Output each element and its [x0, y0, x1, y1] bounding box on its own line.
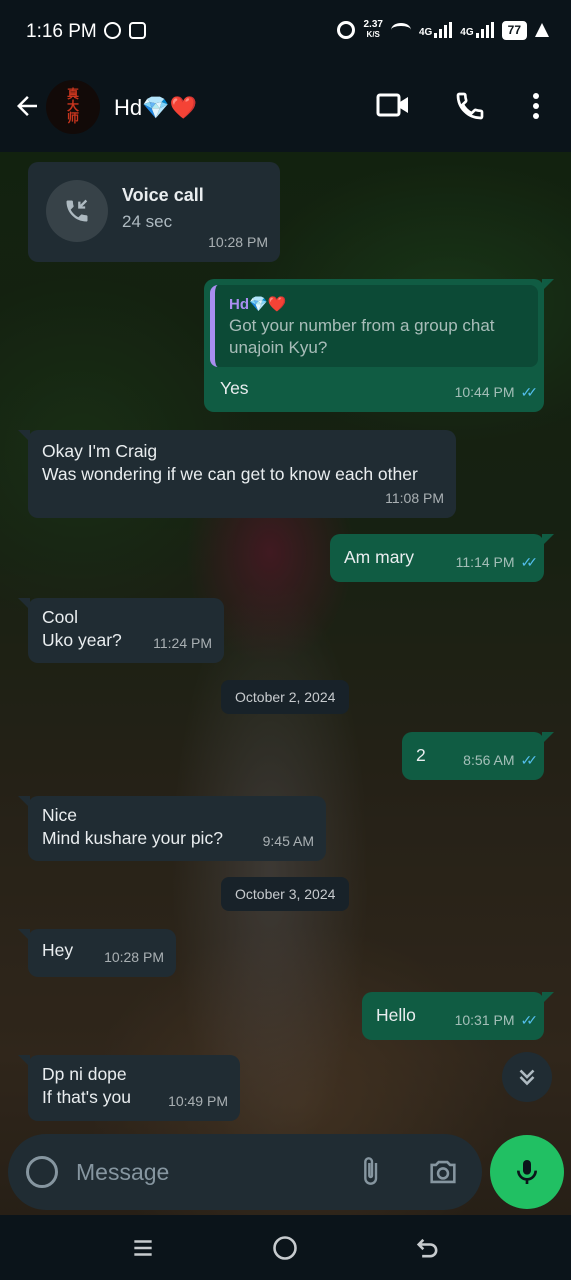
phone-icon[interactable]: [454, 90, 486, 122]
voice-message-button[interactable]: [490, 1135, 564, 1209]
attach-icon[interactable]: [354, 1154, 386, 1188]
double-check-icon: ✓✓: [520, 384, 539, 400]
message-time: 11:14 PM: [455, 554, 515, 570]
avatar[interactable]: 真大师: [46, 80, 100, 134]
quote-author: Hd💎❤️: [229, 296, 287, 313]
message-time: 11:08 PM: [385, 490, 444, 506]
incoming-message[interactable]: Okay I'm Craig Was wondering if we can g…: [18, 430, 456, 518]
date-separator: October 3, 2024: [221, 877, 350, 911]
message-input[interactable]: [76, 1152, 336, 1192]
instagram-notification-icon: [129, 22, 146, 39]
outgoing-message[interactable]: Hd💎❤️ Got your number from a group chat …: [204, 279, 554, 412]
back-nav-icon[interactable]: [414, 1234, 442, 1262]
incoming-message[interactable]: Dp ni dope If that's you 10:49 PM: [18, 1055, 240, 1121]
call-duration: 24 sec: [122, 212, 173, 231]
whatsapp-notification-icon: [104, 22, 121, 39]
system-icons: 2.37 K/S 4G 4G 77: [337, 20, 549, 40]
voice-call-bubble[interactable]: Voice call 24 sec 10:28 PM: [28, 162, 280, 262]
incoming-message[interactable]: Cool Uko year? 11:24 PM: [18, 598, 224, 663]
outgoing-message[interactable]: 2 8:56 AM ✓✓: [402, 732, 554, 780]
outgoing-message[interactable]: Hello 10:31 PM ✓✓: [362, 992, 554, 1040]
message-text: Okay I'm Craig Was wondering if we can g…: [42, 441, 418, 484]
signal-icon-2: 4G: [460, 22, 494, 38]
missed-call-icon: [66, 199, 88, 222]
avatar-image: 真大师: [66, 87, 79, 125]
message-time: 10:49 PM: [168, 1093, 228, 1109]
status-time: 1:16 PM: [26, 21, 97, 42]
battery-icon: 77: [501, 20, 527, 40]
message-time: 10:31 PM: [454, 1012, 515, 1028]
home-icon[interactable]: [271, 1234, 299, 1262]
incoming-message[interactable]: Nice Mind kushare your pic? 9:45 AM: [18, 796, 326, 861]
message-time: 10:44 PM: [454, 384, 515, 400]
signal-icon-1: 4G: [419, 22, 453, 38]
status-bar: 1:16 PM 2.37 K/S 4G 4G 77: [0, 0, 571, 62]
wifi-icon: [390, 23, 411, 37]
camera-icon[interactable]: [426, 1155, 460, 1189]
scroll-down-icon: [519, 1069, 535, 1086]
double-check-icon: ✓✓: [520, 752, 539, 768]
call-title: Voice call: [122, 185, 204, 205]
double-check-icon: ✓✓: [520, 554, 539, 570]
lab-flask-icon: [535, 23, 549, 37]
outgoing-message[interactable]: Am mary 11:14 PM ✓✓: [330, 534, 554, 582]
recent-apps-icon[interactable]: [130, 1235, 156, 1261]
call-icon-circle: [46, 180, 108, 242]
message-time: 8:56 AM: [463, 752, 515, 768]
emoji-icon[interactable]: [26, 1156, 58, 1188]
quoted-message[interactable]: Hd💎❤️ Got your number from a group chat …: [210, 285, 538, 367]
more-options-icon[interactable]: [526, 90, 546, 122]
chat-area[interactable]: Voice call 24 sec 10:28 PM Hd💎❤️ Got you…: [0, 152, 571, 1215]
scroll-down-button[interactable]: [502, 1052, 552, 1102]
message-time: 10:28 PM: [104, 949, 164, 965]
notification-icons: [104, 22, 146, 39]
video-call-icon[interactable]: [376, 90, 410, 120]
network-speed: 2.37 K/S: [363, 19, 383, 40]
message-time: 9:45 AM: [262, 833, 314, 849]
message-time: 10:28 PM: [208, 234, 268, 250]
incoming-message[interactable]: Hey 10:28 PM: [18, 929, 176, 977]
contact-name[interactable]: Hd💎❤️: [114, 95, 197, 121]
quote-text: Got your number from a group chat unajoi…: [229, 316, 495, 357]
message-time: 11:24 PM: [153, 635, 212, 651]
alarm-icon: [337, 21, 356, 39]
mic-icon: [517, 1160, 537, 1184]
double-check-icon: ✓✓: [520, 1012, 539, 1028]
chat-header: 真大师 Hd💎❤️: [0, 62, 571, 152]
message-composer: [8, 1134, 482, 1210]
date-separator: October 2, 2024: [221, 680, 350, 714]
message-text: Yes: [220, 378, 249, 398]
system-navigation-bar: [0, 1216, 571, 1280]
back-arrow-icon[interactable]: [12, 91, 42, 121]
